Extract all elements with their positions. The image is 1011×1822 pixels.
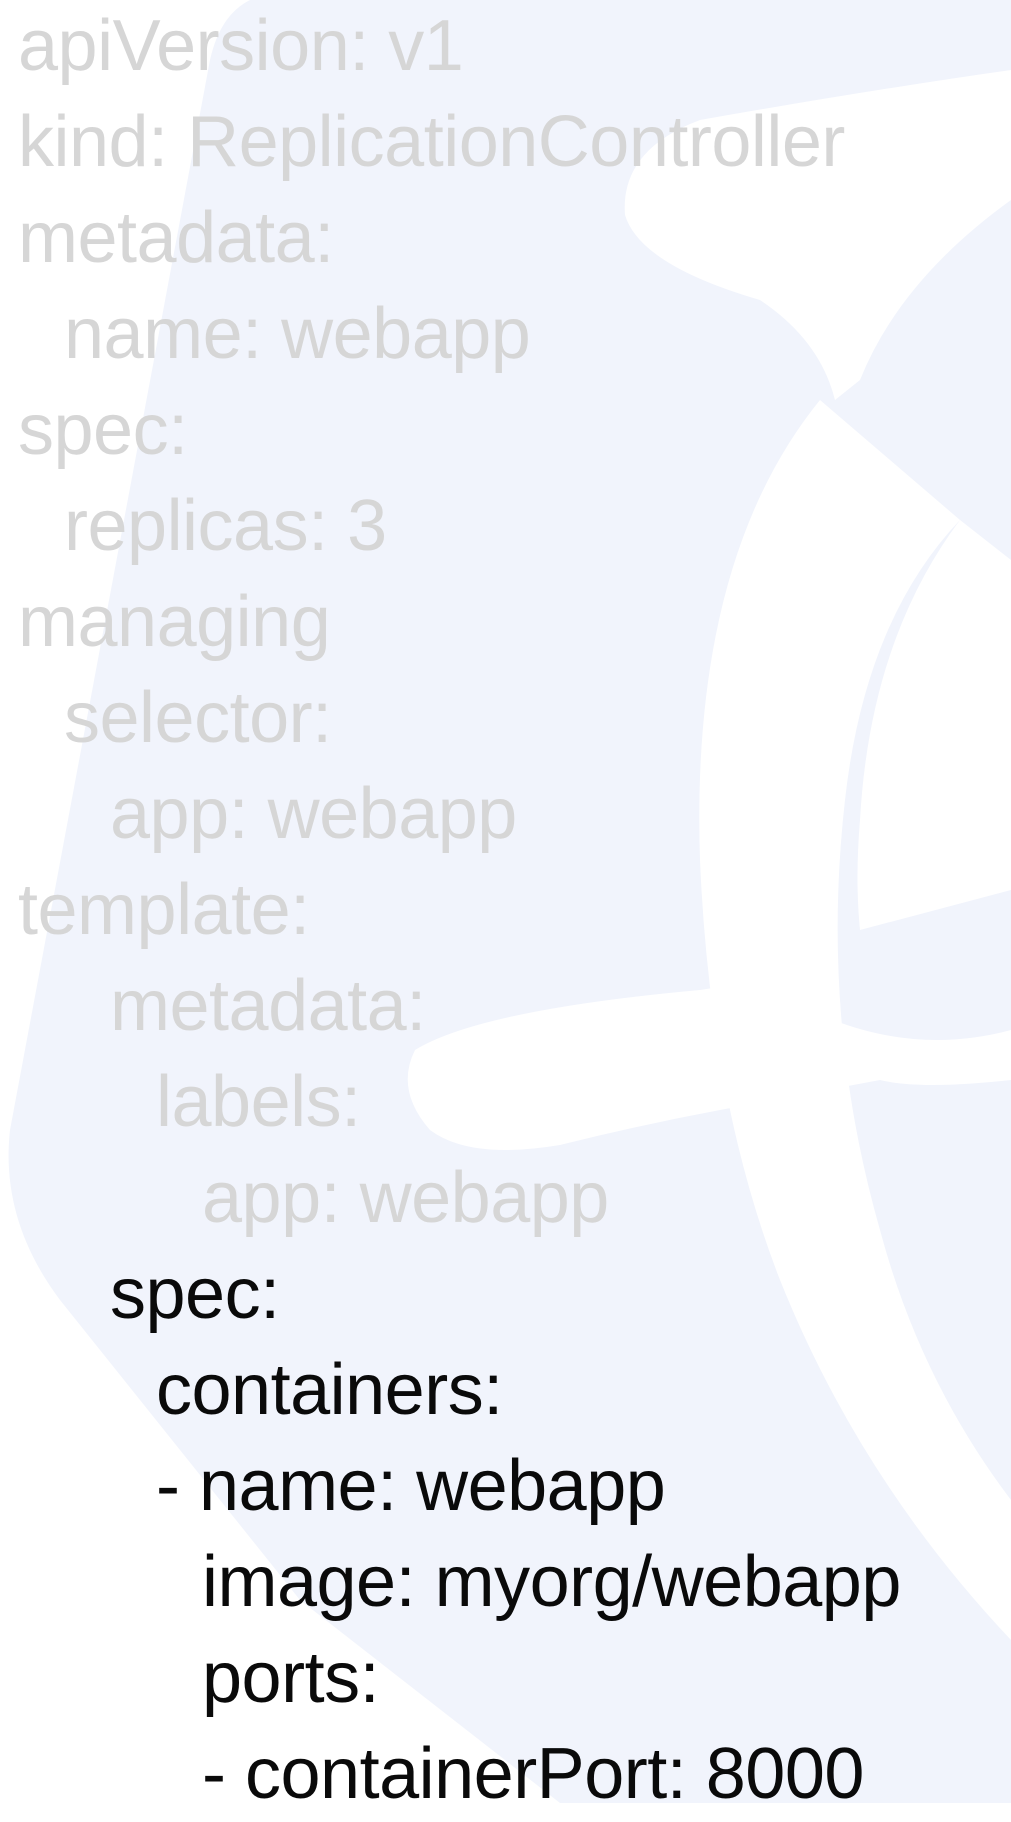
yaml-line-template-spec: spec:	[110, 1254, 280, 1334]
yaml-line-managing: managing	[18, 582, 331, 662]
yaml-line-metadata: metadata:	[18, 198, 334, 278]
yaml-line-apiversion: apiVersion: v1	[18, 6, 464, 86]
yaml-line-metadata-name: name: webapp	[64, 294, 531, 374]
yaml-line-kind: kind: ReplicationController	[18, 102, 845, 182]
yaml-line-template-metadata: metadata:	[110, 966, 426, 1046]
yaml-line-container-name: - name: webapp	[156, 1446, 666, 1526]
yaml-line-labels: labels:	[156, 1062, 361, 1142]
yaml-line-selector-app: app: webapp	[110, 774, 517, 854]
yaml-line-container-port: - containerPort: 8000	[202, 1734, 864, 1814]
yaml-line-selector: selector:	[64, 678, 332, 758]
yaml-line-ports: ports:	[202, 1638, 380, 1718]
yaml-manifest: apiVersion: v1 kind: ReplicationControll…	[0, 0, 1011, 1814]
yaml-line-containers: containers:	[156, 1350, 503, 1430]
yaml-line-labels-app: app: webapp	[202, 1158, 609, 1238]
yaml-line-template: template:	[18, 870, 310, 950]
yaml-line-spec: spec:	[18, 390, 188, 470]
yaml-line-container-image: image: myorg/webapp	[202, 1542, 901, 1622]
yaml-line-replicas: replicas: 3	[64, 486, 387, 566]
